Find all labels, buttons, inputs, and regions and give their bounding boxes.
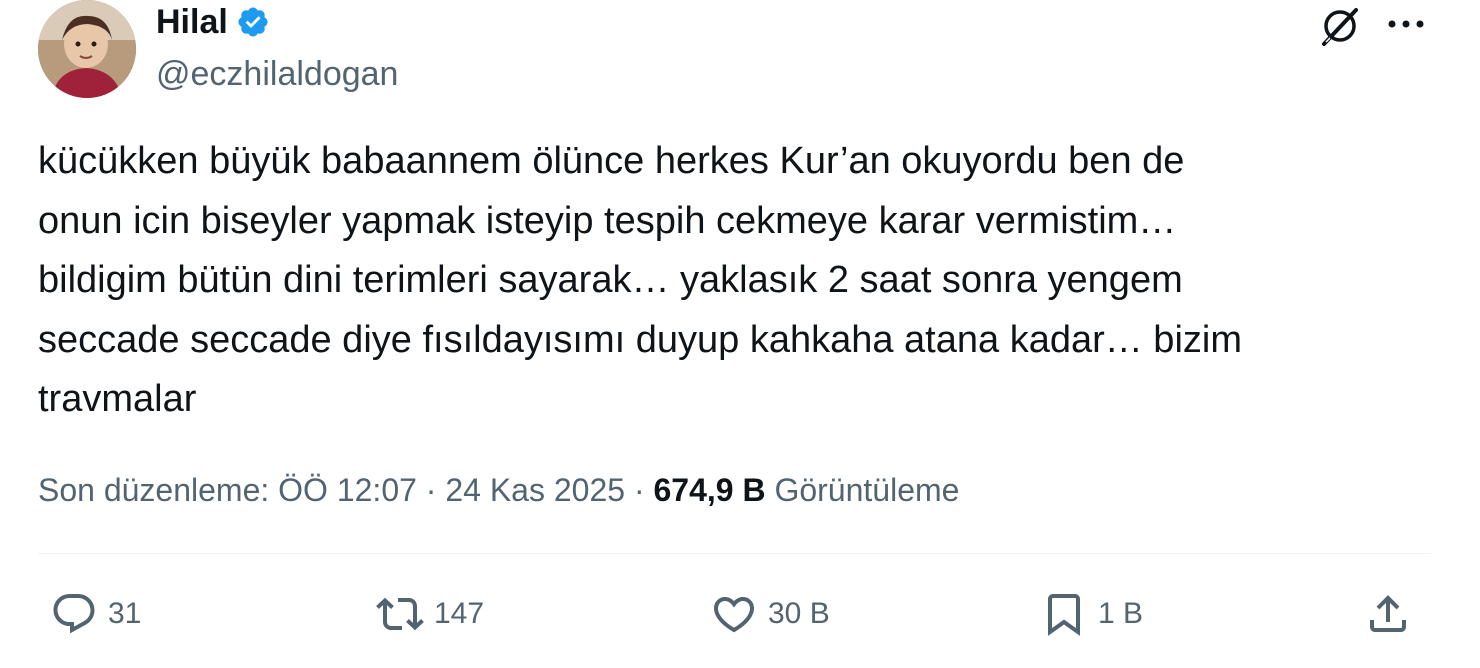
views-count: 674,9 B <box>653 472 766 508</box>
like-count: 30 B <box>768 597 830 630</box>
views-label: Görüntüleme <box>774 472 960 508</box>
divider <box>38 553 1431 554</box>
heart-icon <box>713 597 755 633</box>
retweet-count: 147 <box>434 597 485 630</box>
reply-icon <box>53 594 95 634</box>
more-dots-icon[interactable] <box>1386 16 1426 32</box>
bookmark-icon <box>1048 594 1080 636</box>
child-photo-avatar-icon <box>38 0 136 98</box>
tweet-text: kücükken büyük babaannem ölünce herkes K… <box>38 140 1242 420</box>
author-avatar[interactable] <box>38 0 136 98</box>
tweet-card: Hilal @eczhilaldogan kücükken büyük baba… <box>0 0 1480 668</box>
verified-badge-icon <box>236 5 270 39</box>
grok-icon[interactable] <box>1318 4 1362 48</box>
share-icon <box>1370 595 1406 632</box>
bookmark-count: 1 B <box>1098 597 1144 630</box>
reply-count: 31 <box>108 597 142 630</box>
share-button[interactable] <box>1364 588 1412 640</box>
retweet-button[interactable]: 147 <box>376 588 484 640</box>
tweet-meta: Son düzenleme: ÖÖ 12:07 · 24 Kas 2025 · … <box>38 468 959 512</box>
reply-button[interactable]: 31 <box>50 588 141 640</box>
edited-timestamp[interactable]: Son düzenleme: ÖÖ 12:07 · 24 Kas 2025 · <box>38 472 653 508</box>
author-name[interactable]: Hilal <box>156 2 270 42</box>
retweet-icon <box>376 597 424 631</box>
author-handle[interactable]: @eczhilaldogan <box>156 54 398 94</box>
author-name-text: Hilal <box>156 3 228 41</box>
like-button[interactable]: 30 B <box>710 588 830 640</box>
bookmark-button[interactable]: 1 B <box>1040 588 1143 640</box>
